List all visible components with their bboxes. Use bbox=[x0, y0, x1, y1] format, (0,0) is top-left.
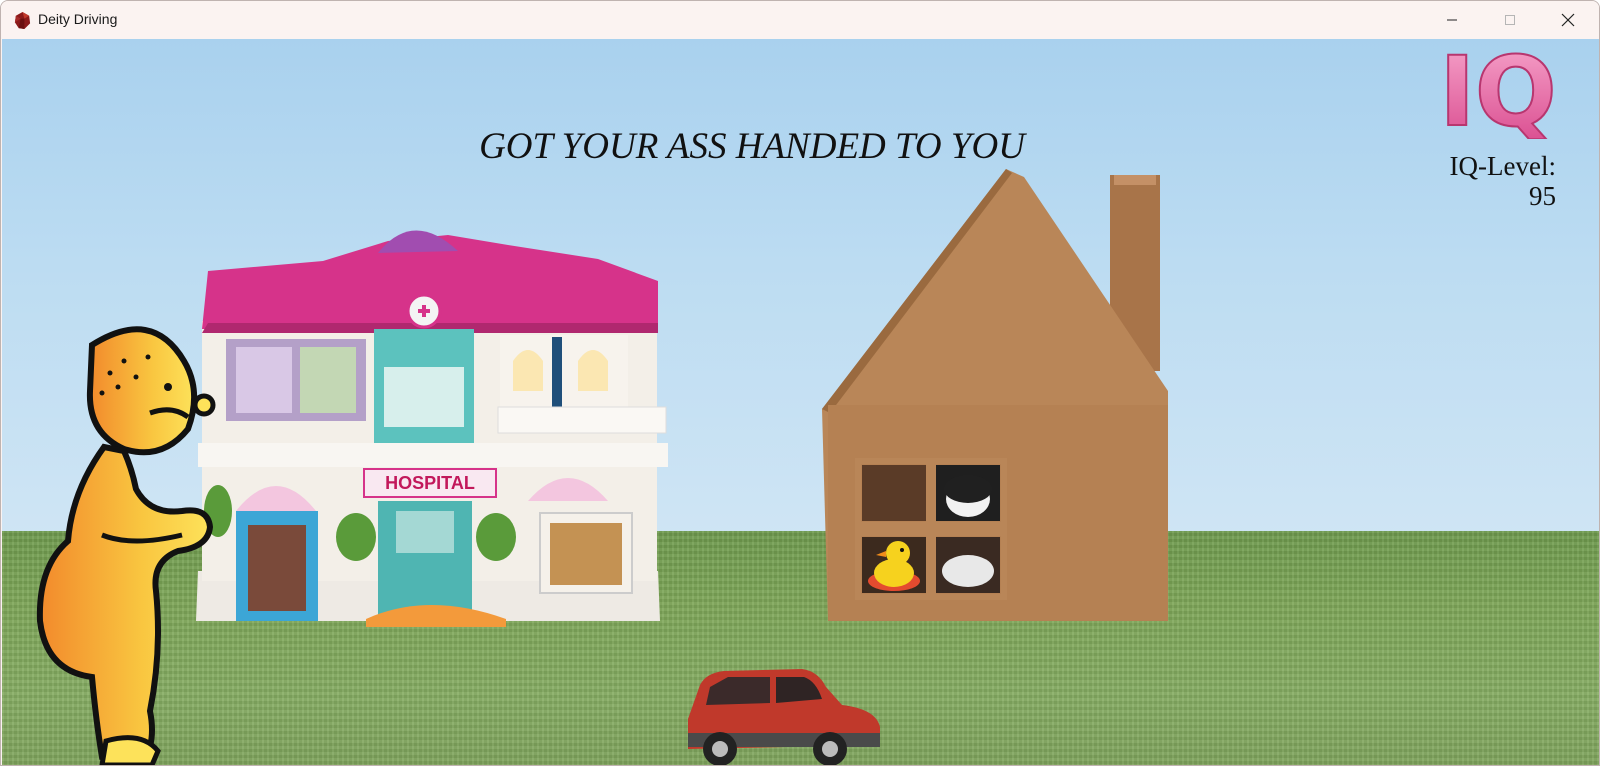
game-window: Deity Driving HOSPITAL IQ IQ-Level: 95 G… bbox=[0, 0, 1600, 766]
maximize-icon bbox=[1505, 15, 1515, 25]
hospital-sign: HOSPITAL bbox=[385, 473, 475, 493]
minimize-icon bbox=[1447, 19, 1457, 21]
red-toy-car bbox=[688, 669, 880, 765]
svg-text:IQ: IQ bbox=[1439, 39, 1556, 139]
red-gem-icon bbox=[14, 11, 31, 30]
iq-level-value: 95 bbox=[1529, 181, 1556, 211]
maximize-button[interactable] bbox=[1481, 1, 1539, 39]
minimize-button[interactable] bbox=[1423, 1, 1481, 39]
toy-hospital: HOSPITAL bbox=[196, 230, 668, 627]
yellow-cartoon-character bbox=[36, 326, 216, 765]
close-button[interactable] bbox=[1539, 1, 1597, 39]
game-canvas[interactable]: HOSPITAL IQ IQ-Level: 95 GOT YOUR ASS HA… bbox=[2, 39, 1599, 765]
game-message: GOT YOUR ASS HANDED TO YOU bbox=[479, 126, 1025, 167]
iq-logo: IQ bbox=[1438, 39, 1557, 139]
rubber-duck bbox=[868, 541, 920, 591]
close-icon bbox=[1561, 13, 1575, 27]
title-bar[interactable]: Deity Driving bbox=[1, 1, 1599, 39]
window-title: Deity Driving bbox=[38, 11, 118, 27]
